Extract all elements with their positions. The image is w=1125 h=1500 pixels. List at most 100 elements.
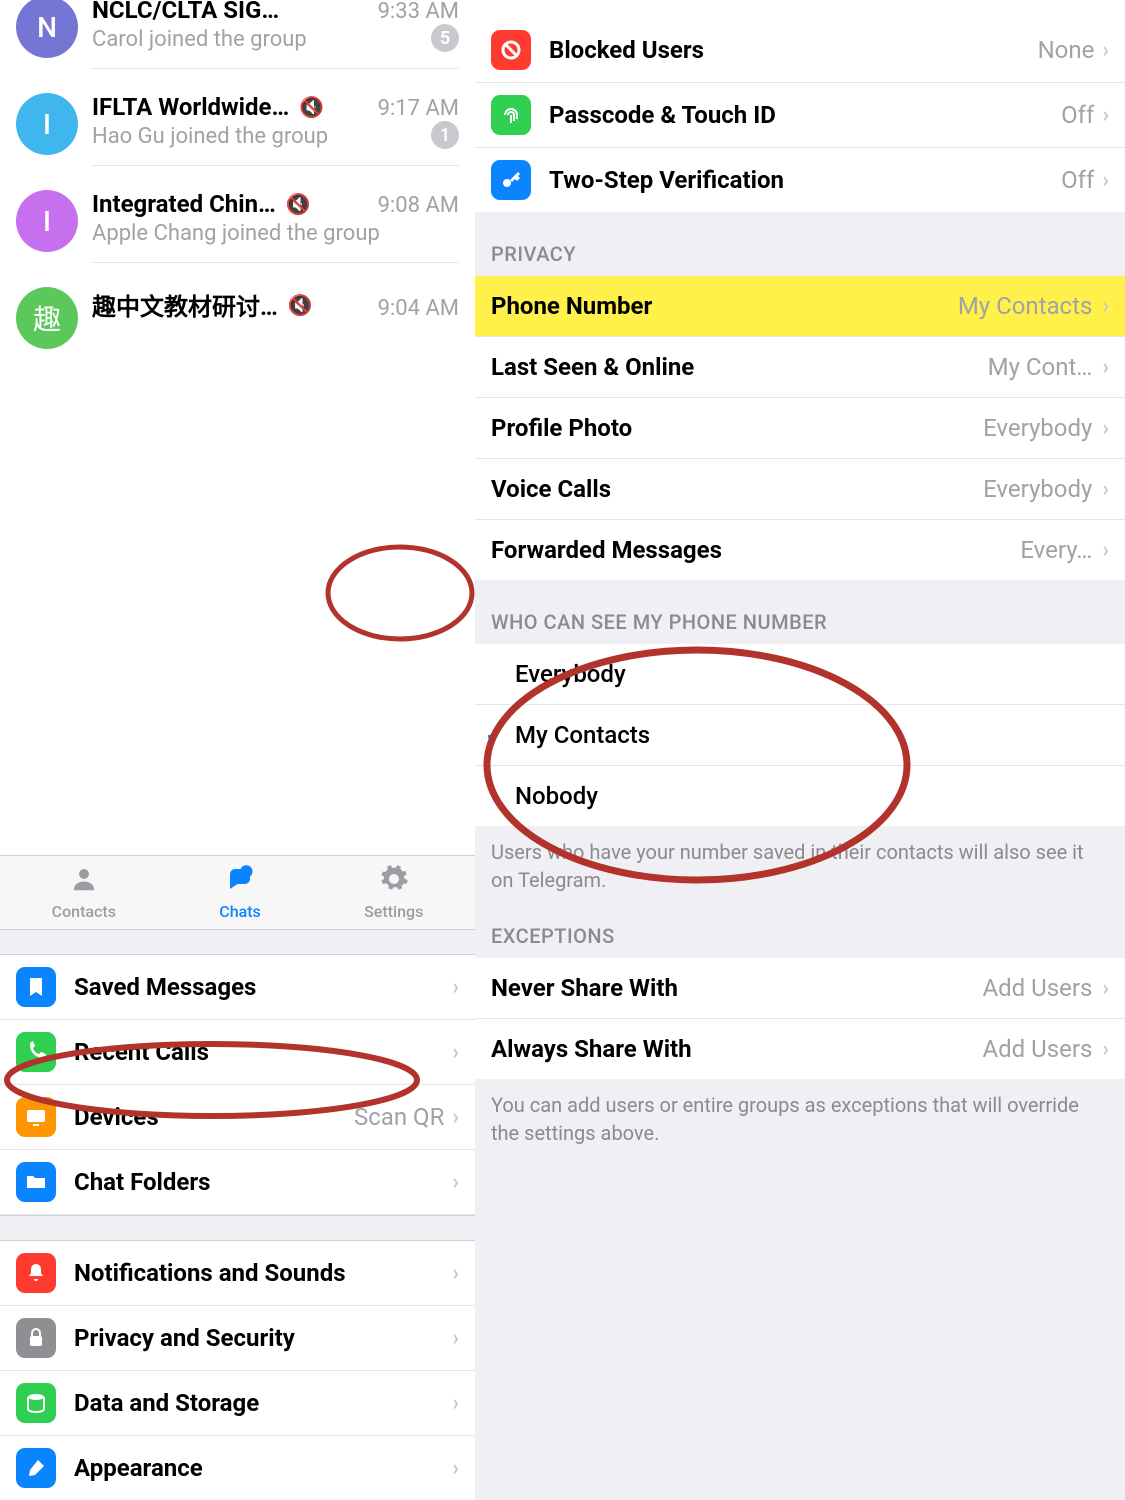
settings-value: My Contacts: [958, 292, 1093, 320]
settings-value: Everybody: [983, 414, 1092, 442]
settings-label: Devices: [74, 1103, 354, 1131]
settings-value: Everybody: [983, 475, 1092, 503]
lock-icon: [16, 1318, 56, 1358]
privacy-forwarded-messages-row[interactable]: Forwarded Messages Every… ›: [475, 520, 1125, 580]
tab-label: Chats: [219, 902, 261, 921]
settings-list: Notifications and Sounds › Privacy and S…: [0, 1241, 475, 1500]
section-header-exceptions: EXCEPTIONS: [475, 914, 1125, 958]
settings-label: Never Share With: [491, 974, 982, 1002]
settings-value: None: [1038, 36, 1095, 64]
chevron-right-icon: ›: [1102, 976, 1109, 1001]
settings-label: Privacy and Security: [74, 1324, 452, 1352]
settings-chat-folders[interactable]: Chat Folders ›: [0, 1150, 475, 1215]
chevron-right-icon: ›: [452, 1105, 459, 1130]
settings-label: Saved Messages: [74, 973, 452, 1001]
blocked-users-row[interactable]: Blocked Users None ›: [475, 18, 1125, 83]
chat-title: NCLC/CLTA SIG…: [92, 0, 279, 24]
folder-icon: [16, 1162, 56, 1202]
unread-badge: 1: [431, 121, 459, 149]
settings-label: Blocked Users: [549, 36, 1038, 64]
option-everybody[interactable]: Everybody: [475, 644, 1125, 705]
settings-value: Add Users: [982, 974, 1092, 1002]
settings-label: Chat Folders: [74, 1168, 452, 1196]
block-icon: [491, 30, 531, 70]
tab-contacts[interactable]: Contacts: [52, 864, 116, 921]
settings-data-storage[interactable]: Data and Storage ›: [0, 1371, 475, 1436]
two-step-verification-row[interactable]: Two-Step Verification Off ›: [475, 148, 1125, 212]
settings-label: Voice Calls: [491, 475, 983, 503]
avatar: I: [16, 190, 78, 252]
bell-icon: [16, 1253, 56, 1293]
contacts-icon: [69, 864, 99, 900]
settings-privacy-security[interactable]: Privacy and Security ›: [0, 1306, 475, 1371]
exceptions-footer-text: You can add users or entire groups as ex…: [475, 1079, 1125, 1167]
avatar: I: [16, 93, 78, 155]
who-options: Everybody ✓ My Contacts Nobody: [475, 644, 1125, 826]
always-share-with-row[interactable]: Always Share With Add Users ›: [475, 1019, 1125, 1079]
tab-label: Settings: [364, 902, 423, 921]
settings-label: Notifications and Sounds: [74, 1259, 452, 1287]
brush-icon: [16, 1448, 56, 1488]
chevron-right-icon: ›: [452, 1261, 459, 1286]
privacy-phone-number-row[interactable]: Phone Number My Contacts ›: [475, 276, 1125, 337]
chat-list-item[interactable]: 趣 趣中文教材研讨… 🔇 9:04 AM: [0, 277, 475, 369]
chevron-right-icon: ›: [452, 1391, 459, 1416]
chevron-right-icon: ›: [1102, 538, 1109, 563]
security-list: Blocked Users None › Passcode & Touch ID…: [475, 0, 1125, 212]
chat-title: Integrated Chin…: [92, 190, 276, 218]
settings-appearance[interactable]: Appearance ›: [0, 1436, 475, 1500]
chevron-right-icon: ›: [452, 1326, 459, 1351]
chevron-right-icon: ›: [452, 975, 459, 1000]
chat-list-item[interactable]: I IFLTA Worldwide… 🔇 9:17 AM Hao Gu join…: [0, 83, 475, 180]
chevron-right-icon: ›: [1102, 294, 1109, 319]
mute-icon: 🔇: [286, 192, 311, 216]
passcode-touchid-row[interactable]: Passcode & Touch ID Off ›: [475, 83, 1125, 148]
settings-label: Always Share With: [491, 1035, 982, 1063]
chat-time: 9:17 AM: [378, 96, 459, 121]
settings-label: Last Seen & Online: [491, 353, 988, 381]
chat-list-item[interactable]: N NCLC/CLTA SIG… 9:33 AM Carol joined th…: [0, 0, 475, 83]
chat-list-item[interactable]: I Integrated Chin… 🔇 9:08 AM Apple Chang…: [0, 180, 475, 277]
settings-saved-messages[interactable]: Saved Messages ›: [0, 955, 475, 1020]
settings-label: Appearance: [74, 1454, 452, 1482]
tab-settings[interactable]: Settings: [364, 864, 423, 921]
avatar: N: [16, 0, 78, 58]
settings-label: Profile Photo: [491, 414, 983, 442]
settings-value: Add Users: [982, 1035, 1092, 1063]
privacy-list: Phone Number My Contacts › Last Seen & O…: [475, 276, 1125, 580]
option-label: Nobody: [515, 782, 598, 810]
unread-badge: 5: [431, 24, 459, 52]
mute-icon: 🔇: [299, 95, 324, 119]
chat-time: 9:08 AM: [378, 193, 459, 218]
privacy-voice-calls-row[interactable]: Voice Calls Everybody ›: [475, 459, 1125, 520]
settings-label: Two-Step Verification: [549, 166, 1061, 194]
exceptions-list: Never Share With Add Users › Always Shar…: [475, 958, 1125, 1079]
monitor-icon: [16, 1097, 56, 1137]
chevron-right-icon: ›: [452, 1040, 459, 1065]
privacy-last-seen-row[interactable]: Last Seen & Online My Cont… ›: [475, 337, 1125, 398]
chevron-right-icon: ›: [1102, 168, 1109, 193]
settings-label: Data and Storage: [74, 1389, 452, 1417]
settings-devices[interactable]: Devices Scan QR ›: [0, 1085, 475, 1150]
section-header-privacy: PRIVACY: [475, 212, 1125, 276]
never-share-with-row[interactable]: Never Share With Add Users ›: [475, 958, 1125, 1019]
chevron-right-icon: ›: [452, 1170, 459, 1195]
settings-label: Phone Number: [491, 292, 958, 320]
disk-icon: [16, 1383, 56, 1423]
chevron-right-icon: ›: [1102, 1037, 1109, 1062]
settings-value: Off: [1061, 166, 1094, 194]
option-nobody[interactable]: Nobody: [475, 766, 1125, 826]
privacy-profile-photo-row[interactable]: Profile Photo Everybody ›: [475, 398, 1125, 459]
settings-recent-calls[interactable]: Recent Calls ›: [0, 1020, 475, 1085]
check-icon: ✓: [485, 723, 503, 748]
settings-value: My Cont…: [988, 353, 1093, 381]
chevron-right-icon: ›: [1102, 355, 1109, 380]
option-my-contacts[interactable]: ✓ My Contacts: [475, 705, 1125, 766]
who-footer-text: Users who have your number saved in thei…: [475, 826, 1125, 914]
settings-notifications[interactable]: Notifications and Sounds ›: [0, 1241, 475, 1306]
mute-icon: 🔇: [288, 293, 313, 317]
tab-label: Contacts: [52, 902, 116, 921]
fingerprint-icon: [491, 95, 531, 135]
tab-chats[interactable]: Chats: [219, 864, 261, 921]
chat-time: 9:04 AM: [378, 296, 459, 321]
